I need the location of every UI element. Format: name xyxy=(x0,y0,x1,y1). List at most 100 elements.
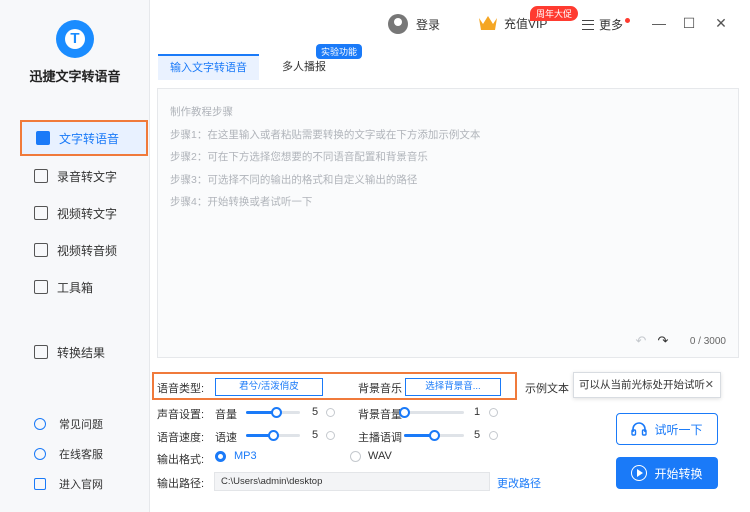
video-text-icon xyxy=(34,206,48,220)
online-service-label: 在线客服 xyxy=(59,449,103,461)
headset-icon xyxy=(34,448,46,460)
official-site-link[interactable]: 进入官网 xyxy=(34,476,103,492)
sidebar: T 迅捷文字转语音 文字转语音 录音转文字 视频转文字 视频转音频 工具箱 转换… xyxy=(0,0,150,512)
bgm-select[interactable]: 选择背景音... xyxy=(405,378,501,396)
sidebar-item-text-to-speech[interactable]: 文字转语音 xyxy=(20,120,148,156)
text-editor[interactable]: 制作教程步骤 步骤1：在这里输入或者粘贴需要转换的文字或在下方添加示例文本 步骤… xyxy=(157,88,739,358)
tab-text-input[interactable]: 输入文字转语音 xyxy=(158,54,259,80)
bg-volume-value: 1 xyxy=(474,406,481,418)
bg-volume-slider-knob[interactable] xyxy=(399,407,410,418)
volume-value: 5 xyxy=(312,406,319,418)
bgm-label: 背景音乐 xyxy=(358,383,402,395)
faq-label: 常见问题 xyxy=(59,419,103,431)
sidebar-item-video-to-audio[interactable]: 视频转音频 xyxy=(0,232,150,268)
pitch-slider-knob[interactable] xyxy=(429,430,440,441)
toolbox-icon xyxy=(34,280,48,294)
menu-icon xyxy=(582,19,594,30)
placeholder-line: 步骤3：可选择不同的输出的格式和自定义输出的路径 xyxy=(170,173,418,186)
undo-icon[interactable]: ↶ xyxy=(634,334,648,348)
sidebar-item-label: 录音转文字 xyxy=(57,169,118,184)
sidebar-item-results[interactable]: 转换结果 xyxy=(0,334,150,370)
tooltip-close-icon[interactable]: ✕ xyxy=(705,373,714,397)
output-path-input[interactable] xyxy=(214,472,490,491)
video-audio-icon xyxy=(34,243,48,257)
sidebar-item-label: 视频转文字 xyxy=(57,206,118,221)
text-to-speech-icon xyxy=(36,131,50,145)
online-service-link[interactable]: 在线客服 xyxy=(34,446,103,462)
change-path-link[interactable]: 更改路径 xyxy=(497,475,541,491)
volume-slider-knob[interactable] xyxy=(271,407,282,418)
promo-badge: 周年大促 xyxy=(530,6,579,21)
placeholder-line: 步骤1：在这里输入或者粘贴需要转换的文字或在下方添加示例文本 xyxy=(170,128,481,141)
speed-slider[interactable] xyxy=(246,430,300,441)
official-site-label: 进入官网 xyxy=(59,479,103,491)
listen-button[interactable]: 试听一下 xyxy=(616,413,718,445)
more-label: 更多 xyxy=(599,18,624,32)
app-title: 迅捷文字转语音 xyxy=(29,69,121,84)
speed-value: 5 xyxy=(312,429,319,441)
pitch-value: 5 xyxy=(474,429,481,441)
editor-placeholder: 制作教程步骤 步骤1：在这里输入或者粘贴需要转换的文字或在下方添加示例文本 步骤… xyxy=(170,101,480,214)
path-label: 输出路径: xyxy=(157,478,205,490)
close-button[interactable]: ✕ xyxy=(712,14,730,32)
start-convert-button[interactable]: 开始转换 xyxy=(616,457,718,489)
headphones-icon xyxy=(631,422,648,436)
pitch-label: 主播语调 xyxy=(358,432,402,444)
mp3-radio[interactable] xyxy=(215,451,226,462)
more-menu-button[interactable]: 更多 xyxy=(582,16,631,33)
crown-icon xyxy=(479,16,497,30)
sidebar-item-label: 文字转语音 xyxy=(59,131,120,146)
pitch-slider[interactable] xyxy=(404,430,464,441)
placeholder-line: 步骤4：开始转换或者试听一下 xyxy=(170,196,313,208)
bg-volume-slider[interactable] xyxy=(399,407,464,418)
volume-slider[interactable] xyxy=(246,407,300,418)
wav-label[interactable]: WAV xyxy=(368,450,392,462)
sidebar-item-label: 工具箱 xyxy=(57,280,94,295)
voice-type-select[interactable]: 君兮/活泼俏皮 xyxy=(215,378,323,396)
wav-radio[interactable] xyxy=(350,451,361,462)
login-button[interactable]: 登录 xyxy=(388,14,440,34)
sidebar-item-recording-to-text[interactable]: 录音转文字 xyxy=(0,158,150,194)
format-label: 输出格式: xyxy=(157,454,205,466)
volume-reset-icon[interactable] xyxy=(326,408,335,417)
app-logo-icon: T xyxy=(56,20,94,58)
minimize-button[interactable]: — xyxy=(650,14,668,32)
listen-label: 试听一下 xyxy=(654,422,703,437)
placeholder-line: 步骤2：可在下方选择您想要的不同语音配置和背景音乐 xyxy=(170,151,428,163)
char-counter: 0 / 3000 xyxy=(689,336,726,347)
sidebar-item-toolbox[interactable]: 工具箱 xyxy=(0,269,150,305)
sample-text-label[interactable]: 示例文本 xyxy=(525,380,569,396)
notification-dot-icon xyxy=(625,18,631,23)
bg-volume-reset-icon[interactable] xyxy=(489,408,498,417)
pitch-reset-icon[interactable] xyxy=(489,431,498,440)
logo-letter: T xyxy=(70,30,80,47)
bg-volume-label: 背景音量 xyxy=(358,409,402,421)
results-icon xyxy=(34,345,48,359)
start-label: 开始转换 xyxy=(654,466,703,481)
voice-type-label: 语音类型: xyxy=(157,383,205,395)
question-icon xyxy=(34,418,46,430)
recording-icon xyxy=(34,169,48,183)
faq-link[interactable]: 常见问题 xyxy=(34,416,103,432)
speed-slider-knob[interactable] xyxy=(268,430,279,441)
speed-label: 语速 xyxy=(215,432,237,444)
login-label: 登录 xyxy=(416,17,441,32)
monitor-icon xyxy=(34,478,46,490)
experimental-badge: 实验功能 xyxy=(316,44,363,59)
preview-tooltip: 可以从当前光标处开始试听 ✕ xyxy=(573,372,721,398)
tooltip-text: 可以从当前光标处开始试听 xyxy=(579,379,705,391)
placeholder-line: 制作教程步骤 xyxy=(170,106,233,118)
maximize-button[interactable]: ☐ xyxy=(680,14,698,32)
sidebar-item-label: 视频转音频 xyxy=(57,243,118,258)
speed-section-label: 语音速度: xyxy=(157,432,205,444)
sidebar-item-label: 转换结果 xyxy=(57,345,106,360)
volume-label: 音量 xyxy=(215,409,237,421)
sidebar-item-video-to-text[interactable]: 视频转文字 xyxy=(0,195,150,231)
play-icon xyxy=(631,465,648,481)
sound-settings-label: 声音设置: xyxy=(157,409,205,421)
top-bar: 登录 充值VIP 周年大促 更多 — ☐ ✕ xyxy=(150,0,750,48)
speed-reset-icon[interactable] xyxy=(326,431,335,440)
mp3-label[interactable]: MP3 xyxy=(234,450,257,462)
user-avatar-icon xyxy=(388,14,408,34)
redo-icon[interactable]: ↷ xyxy=(656,334,670,348)
